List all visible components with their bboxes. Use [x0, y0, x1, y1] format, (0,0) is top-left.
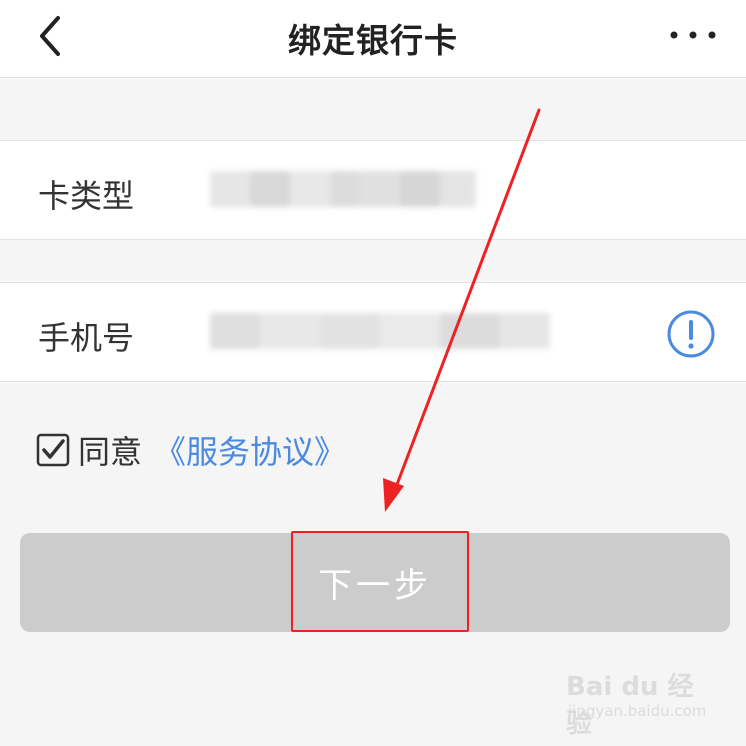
agree-text: 同意 [78, 433, 143, 471]
info-exclamation-icon [667, 310, 715, 358]
page-title: 绑定银行卡 [288, 21, 458, 60]
agree-checkbox[interactable] [36, 433, 70, 467]
card-type-label: 卡类型 [38, 177, 135, 215]
phone-info-button[interactable] [666, 309, 716, 359]
service-agreement-link[interactable]: 《服务协议》 [154, 427, 346, 473]
card-type-value-redacted [210, 171, 480, 211]
card-type-row[interactable]: 卡类型 [0, 140, 746, 240]
nav-header: 绑定银行卡 [0, 0, 746, 78]
more-dots-icon [670, 31, 716, 39]
phone-label: 手机号 [38, 319, 135, 357]
phone-value-redacted [210, 313, 555, 353]
more-button[interactable] [668, 20, 718, 50]
watermark-sub-text: jingyan.baidu.com [568, 702, 707, 720]
baidu-jingyan-watermark: Bai du 经验 jingyan.baidu.com [566, 666, 707, 739]
agreement-row: 同意 《服务协议》 [36, 428, 346, 472]
next-step-button[interactable]: 下一步 [20, 533, 730, 632]
phone-row[interactable]: 手机号 [0, 282, 746, 382]
